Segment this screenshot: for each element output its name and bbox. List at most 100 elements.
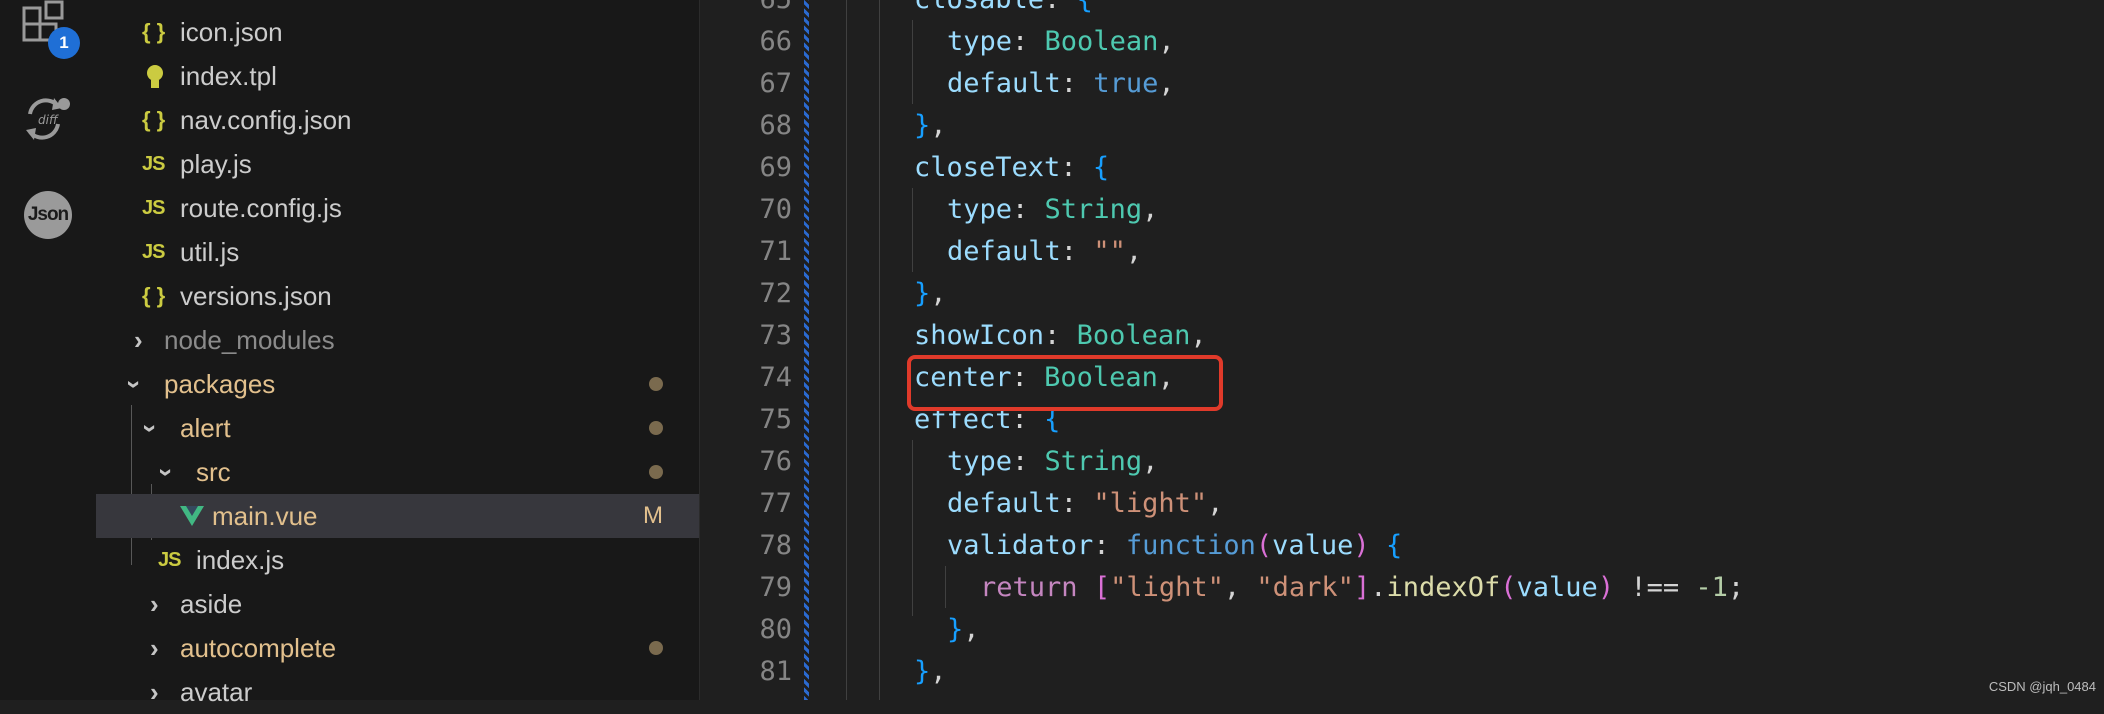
modified-dot [649,465,663,479]
chevron-right-icon: › [150,632,159,663]
tree-item-folder[interactable]: › avatar [96,670,699,714]
line-number: 72 [759,278,792,309]
tree-item-file[interactable]: JS util.js [96,230,699,274]
vue-file-icon [180,506,204,526]
tree-item-label: route.config.js [180,192,342,223]
indent-guide [879,0,880,700]
tree-item-folder[interactable]: › aside [96,582,699,626]
indent-guide [912,188,913,272]
chevron-down-icon: › [119,379,150,389]
line-number: 65 [700,0,792,21]
json-file-icon: { } [142,283,166,308]
js-file-icon: JS [142,240,165,263]
tree-item-label: index.js [196,544,285,575]
tree-item-file-selected[interactable]: main.vue M [96,494,699,538]
code-line[interactable]: }, [914,273,947,315]
code-line[interactable]: validator: function(value) { [947,525,1402,567]
indent-guide [846,0,847,700]
tree-item-label: src [196,456,231,487]
line-number: 79 [759,572,792,603]
tree-item-label: icon.json [180,16,283,47]
tree-item-folder[interactable]: › node_modules [96,318,699,362]
explorer-tree: { } icon.json index.tpl { } nav.config.j… [96,0,700,707]
chevron-right-icon: › [150,588,159,619]
line-number: 81 [759,656,792,687]
line-number: 70 [759,194,792,225]
tree-item-folder[interactable]: › alert [96,406,699,450]
code-line[interactable]: default: true, [947,63,1175,105]
tree-item-label: node_modules [164,324,335,355]
tree-item-file[interactable]: JS index.js [96,538,699,582]
tree-item-folder[interactable]: › autocomplete [96,626,699,670]
chevron-right-icon: › [134,324,143,355]
code-line[interactable]: closable: { [914,0,1093,21]
code-line[interactable]: type: String, [947,441,1158,483]
js-file-icon: JS [158,548,181,571]
annotation-highlight-box [907,355,1223,411]
js-file-icon: JS [142,196,165,219]
tree-item-label: aside [180,588,243,619]
tree-item-label: util.js [180,236,240,267]
diff-icon[interactable]: diff [22,94,74,146]
tree-item-file[interactable]: JS route.config.js [96,186,699,230]
tree-item-label: versions.json [180,280,332,311]
code-line[interactable]: type: Boolean, [947,21,1175,63]
line-number: 80 [759,614,792,645]
tree-item-label: index.tpl [180,60,277,91]
json-file-icon: { } [142,107,166,132]
watermark: CSDN @jqh_0484 [1988,679,2096,694]
tree-item-label: packages [164,368,276,399]
code-line[interactable]: showIcon: Boolean, [914,315,1207,357]
json-file-icon: { } [142,19,166,44]
chevron-down-icon: › [135,423,166,433]
line-number: 77 [759,488,792,519]
tree-item-label: avatar [180,676,253,707]
code-line[interactable]: closeText: { [914,147,1109,189]
indent-guide [945,566,946,608]
tree-item-file[interactable]: { } nav.config.json [96,98,699,142]
svg-text:diff: diff [38,113,59,127]
line-number: 74 [759,362,792,393]
code-line[interactable]: }, [914,105,947,147]
code-line[interactable]: }, [947,609,980,651]
js-file-icon: JS [142,152,165,175]
modified-dot [649,641,663,655]
line-number: 73 [759,320,792,351]
tree-item-folder[interactable]: › packages [96,362,699,406]
activity-bar: 1 diff Json [0,0,96,700]
line-number: 66 [759,26,792,57]
code-line[interactable]: default: "", [947,231,1142,273]
tree-item-file[interactable]: JS play.js [96,142,699,186]
tree-item-file[interactable]: { } icon.json [96,10,699,54]
line-number: 67 [759,68,792,99]
tree-item-folder[interactable]: › src [96,450,699,494]
chevron-right-icon: › [150,676,159,707]
git-modified-indicator: M [643,502,663,529]
line-number: 78 [759,530,792,561]
line-number: 71 [759,236,792,267]
indent-guide [912,440,913,616]
extensions-badge: 1 [48,27,80,59]
indent-guide [912,20,913,104]
code-line[interactable]: default: "light", [947,483,1223,525]
line-number: 75 [759,404,792,435]
chevron-down-icon: › [151,467,182,477]
json-tool-icon[interactable]: Json [24,191,72,239]
line-number: 69 [759,152,792,183]
code-line[interactable]: return ["light", "dark"].indexOf(value) … [980,567,1744,609]
tree-item-label: autocomplete [180,632,337,663]
line-number: 68 [759,110,792,141]
tree-item-file[interactable]: { } versions.json [96,274,699,318]
code-line[interactable]: type: String, [947,189,1158,231]
code-editor[interactable]: 65 66 67 68 69 70 71 72 73 74 75 76 77 7… [700,0,2104,700]
tree-item-label: main.vue [212,500,318,531]
code-line[interactable]: }, [914,651,947,693]
modified-dot [649,377,663,391]
modified-lines-gutter [804,0,809,700]
tree-item-label: play.js [180,148,252,179]
tree-item-label: alert [180,412,231,443]
modified-dot [649,421,663,435]
tree-item-file[interactable]: index.tpl [96,54,699,98]
tree-item-label: nav.config.json [180,104,352,135]
line-number: 76 [759,446,792,477]
